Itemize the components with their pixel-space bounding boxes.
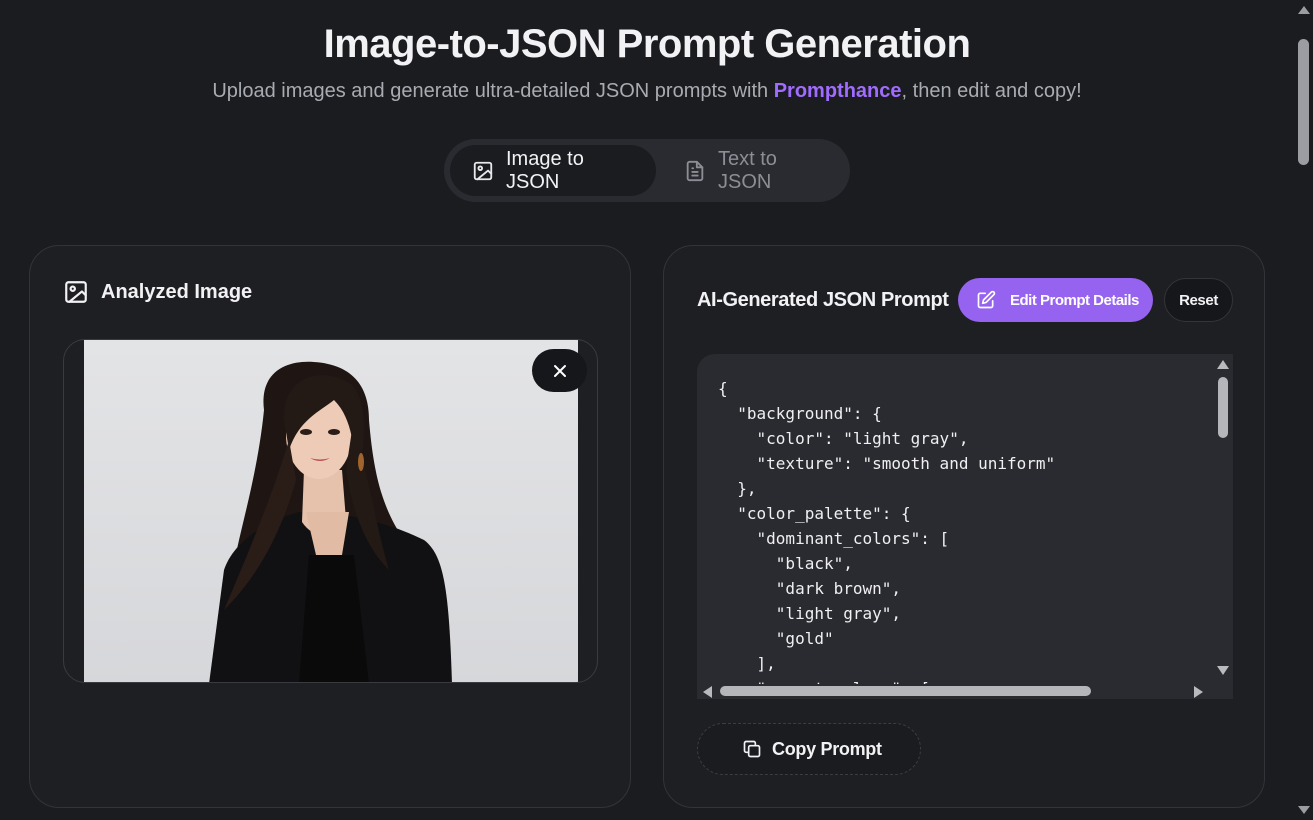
json-horizontal-scroll-thumb[interactable] — [720, 686, 1091, 696]
tab-image-to-json-label: Image to JSON — [506, 147, 584, 193]
analyzed-image-card: Analyzed Image — [29, 245, 631, 808]
json-prompt-text[interactable]: { "background": { "color": "light gray",… — [718, 376, 1208, 684]
json-vertical-scrollbar[interactable] — [1213, 354, 1233, 684]
json-prompt-title: AI-Generated JSON Prompt — [697, 289, 949, 311]
mode-toggle: Image to JSON Text to JSON — [444, 139, 850, 202]
scroll-left-arrow-icon[interactable] — [703, 686, 712, 698]
page-scrollbar[interactable] — [1294, 0, 1313, 820]
scroll-right-arrow-icon[interactable] — [1194, 686, 1203, 698]
page-subtitle: Upload images and generate ultra-detaile… — [0, 80, 1294, 103]
close-icon — [553, 364, 566, 377]
page: Image-to-JSON Prompt Generation Upload i… — [0, 0, 1294, 820]
json-prompt-card: AI-Generated JSON Prompt Edit Prompt Det… — [663, 245, 1265, 808]
page-scroll-thumb[interactable] — [1298, 39, 1309, 165]
portrait-illustration — [84, 340, 578, 682]
page-scroll-down-arrow-icon[interactable] — [1298, 806, 1310, 814]
tab-text-to-json[interactable]: Text to JSON — [662, 145, 844, 196]
json-horizontal-scrollbar[interactable] — [697, 684, 1233, 699]
scroll-down-arrow-icon[interactable] — [1217, 666, 1229, 675]
copy-prompt-button[interactable]: Copy Prompt — [697, 723, 921, 775]
edit-prompt-details-label: Edit Prompt Details — [1010, 291, 1139, 309]
copy-prompt-label: Copy Prompt — [772, 738, 882, 759]
subtitle-text-start: Upload images and generate ultra-detaile… — [212, 80, 774, 102]
remove-image-button[interactable] — [532, 349, 587, 392]
analyzed-image-title: Analyzed Image — [101, 280, 253, 303]
document-icon — [686, 160, 704, 181]
analyzed-image-header: Analyzed Image — [63, 279, 252, 305]
edit-icon — [977, 290, 996, 309]
image-icon — [65, 281, 87, 303]
copy-icon — [743, 740, 761, 758]
image-icon — [473, 161, 493, 180]
uploaded-photo — [84, 340, 578, 682]
tab-image-to-json[interactable]: Image to JSON — [450, 145, 656, 196]
scroll-up-arrow-icon[interactable] — [1217, 360, 1229, 369]
json-vertical-scroll-thumb[interactable] — [1218, 377, 1228, 438]
page-scroll-up-arrow-icon[interactable] — [1298, 6, 1310, 14]
subtitle-text-end: , then edit and copy! — [901, 80, 1082, 102]
edit-prompt-details-button[interactable]: Edit Prompt Details — [958, 278, 1153, 322]
tab-text-to-json-label: Text to JSON — [718, 147, 777, 193]
image-preview-frame — [63, 339, 598, 683]
reset-button[interactable]: Reset — [1164, 278, 1233, 322]
page-title: Image-to-JSON Prompt Generation — [323, 22, 971, 66]
json-output-box: { "background": { "color": "light gray",… — [697, 354, 1233, 699]
brand-name: Prompthance — [773, 80, 902, 102]
